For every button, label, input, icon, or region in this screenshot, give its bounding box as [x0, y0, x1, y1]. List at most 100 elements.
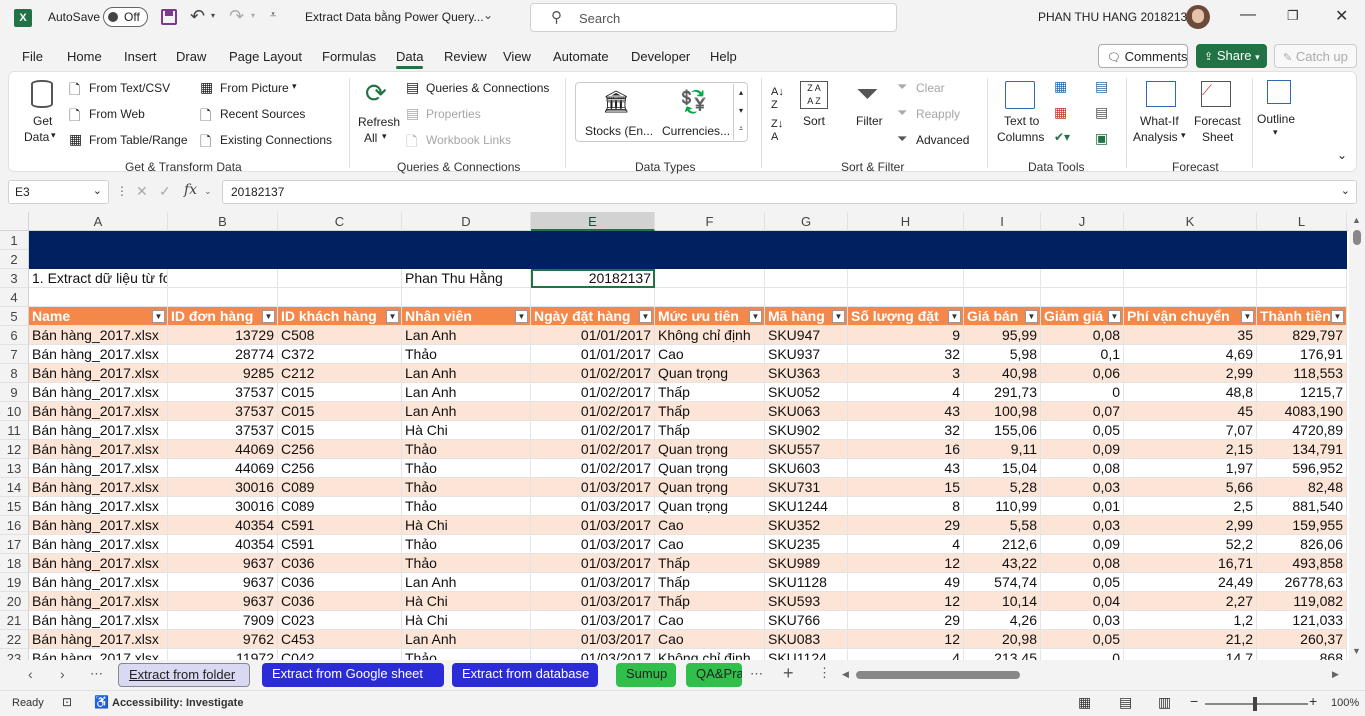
table-cell[interactable]: SKU731	[765, 478, 848, 497]
title-banner-cell[interactable]	[1124, 231, 1257, 250]
table-cell[interactable]: 100,98	[964, 402, 1041, 421]
cell[interactable]	[848, 288, 964, 307]
row-header[interactable]: 4	[0, 288, 29, 307]
table-cell[interactable]: SKU1244	[765, 497, 848, 516]
zoom-out-icon[interactable]: −	[1190, 693, 1198, 709]
table-cell[interactable]: 9637	[168, 573, 278, 592]
row-header[interactable]: 3	[0, 269, 29, 288]
text-to-columns-button[interactable]: Text to	[1004, 114, 1039, 128]
table-cell[interactable]: Thảo	[402, 554, 531, 573]
table-cell[interactable]: 37537	[168, 402, 278, 421]
column-header-l[interactable]: L	[1257, 212, 1347, 231]
menu-insert[interactable]: Insert	[124, 49, 157, 64]
table-cell[interactable]: Hà Chi	[402, 611, 531, 630]
table-cell[interactable]: 5,58	[964, 516, 1041, 535]
filter-dropdown-icon[interactable]: ▼	[749, 310, 762, 323]
filter-dropdown-icon[interactable]: ▼	[386, 310, 399, 323]
table-cell[interactable]: Quan trọng	[655, 497, 765, 516]
add-sheet-icon[interactable]: +	[783, 663, 794, 684]
cell[interactable]	[765, 288, 848, 307]
search-box[interactable]: ⚲ Search	[530, 3, 897, 32]
title-banner-cell[interactable]	[1257, 231, 1347, 250]
table-cell[interactable]: Lan Anh	[402, 383, 531, 402]
column-header-i[interactable]: I	[964, 212, 1041, 231]
table-cell[interactable]: Thấp	[655, 421, 765, 440]
table-cell[interactable]: 9762	[168, 630, 278, 649]
menu-data[interactable]: Data	[396, 49, 424, 69]
table-cell[interactable]: 1215,7	[1257, 383, 1347, 402]
get-data-label[interactable]: Get	[33, 114, 52, 128]
table-header-cell[interactable]: Mã hàng ▼	[765, 307, 848, 326]
table-cell[interactable]: 01/02/2017	[531, 440, 655, 459]
row-header[interactable]: 7	[0, 345, 29, 364]
row-header[interactable]: 5	[0, 307, 29, 326]
table-cell[interactable]: 159,955	[1257, 516, 1347, 535]
row-header[interactable]: 18	[0, 554, 29, 573]
table-cell[interactable]: 40354	[168, 535, 278, 554]
table-cell[interactable]: 30016	[168, 497, 278, 516]
workbook-links-button[interactable]: Workbook Links	[426, 133, 511, 147]
table-cell[interactable]: C015	[278, 402, 402, 421]
table-cell[interactable]: Bán hàng_2017.xlsx	[29, 478, 168, 497]
table-cell[interactable]: 43	[848, 459, 964, 478]
more-sheets-icon[interactable]: ⋯	[90, 666, 103, 682]
table-cell[interactable]: Cao	[655, 611, 765, 630]
table-cell[interactable]: C036	[278, 573, 402, 592]
row-header[interactable]: 21	[0, 611, 29, 630]
menu-developer[interactable]: Developer	[631, 49, 690, 64]
row-header[interactable]: 19	[0, 573, 29, 592]
remove-duplicates-icon[interactable]: ▦	[1054, 104, 1067, 121]
sheet-tab[interactable]: Extract from database	[452, 663, 598, 687]
table-cell[interactable]: Bán hàng_2017.xlsx	[29, 535, 168, 554]
scroll-right-icon[interactable]: ▶	[1332, 669, 1339, 680]
cell[interactable]	[655, 288, 765, 307]
table-cell[interactable]: 0,03	[1041, 516, 1124, 535]
cell[interactable]	[848, 269, 964, 288]
table-cell[interactable]: Hà Chi	[402, 421, 531, 440]
table-cell[interactable]: Thấp	[655, 554, 765, 573]
table-cell[interactable]: 260,37	[1257, 630, 1347, 649]
close-icon[interactable]: ✕	[1335, 6, 1348, 26]
advanced-button[interactable]: Advanced	[916, 133, 969, 147]
title-banner-cell[interactable]	[278, 231, 402, 250]
table-cell[interactable]: C591	[278, 516, 402, 535]
table-cell[interactable]: Thảo	[402, 478, 531, 497]
queries-connections-button[interactable]: Queries & Connections	[426, 81, 549, 95]
table-cell[interactable]: 12	[848, 630, 964, 649]
what-if-label-2[interactable]: Analysis	[1133, 130, 1178, 144]
table-cell[interactable]: 1,2	[1124, 611, 1257, 630]
get-data-dropdown-icon[interactable]: ▾	[51, 130, 56, 141]
filter-dropdown-icon[interactable]: ▼	[639, 310, 652, 323]
table-cell[interactable]: 45	[1124, 402, 1257, 421]
table-cell[interactable]: 868	[1257, 649, 1347, 660]
autosave-toggle[interactable]: Off	[103, 7, 148, 27]
normal-view-icon[interactable]: ▦	[1078, 694, 1091, 711]
table-cell[interactable]: 30016	[168, 478, 278, 497]
cell[interactable]	[168, 269, 278, 288]
from-picture-button[interactable]: From Picture	[220, 81, 289, 95]
catch-up-button[interactable]: ✎ Catch up	[1274, 44, 1357, 68]
table-cell[interactable]: Thấp	[655, 592, 765, 611]
table-cell[interactable]: SKU989	[765, 554, 848, 573]
table-cell[interactable]: SKU902	[765, 421, 848, 440]
title-banner-cell[interactable]	[531, 231, 655, 250]
table-cell[interactable]: C212	[278, 364, 402, 383]
table-cell[interactable]: 01/03/2017	[531, 573, 655, 592]
cell[interactable]	[168, 288, 278, 307]
from-web-button[interactable]: From Web	[89, 107, 145, 121]
table-cell[interactable]: Lan Anh	[402, 402, 531, 421]
forecast-sheet-button[interactable]: Forecast	[1194, 114, 1241, 128]
title-banner-cell[interactable]	[655, 231, 765, 250]
data-validation-icon[interactable]: ✔▾	[1054, 130, 1070, 144]
table-cell[interactable]: 32	[848, 421, 964, 440]
table-cell[interactable]: 0,01	[1041, 497, 1124, 516]
table-cell[interactable]: 2,15	[1124, 440, 1257, 459]
text-to-columns-label-2[interactable]: Columns	[997, 130, 1044, 144]
table-cell[interactable]: 0,03	[1041, 478, 1124, 497]
prev-sheet-icon[interactable]: ‹	[28, 666, 33, 682]
more-icon[interactable]: ⋮	[116, 184, 128, 198]
customize-toolbar-icon[interactable]: ⩡	[270, 9, 276, 22]
tabs-overflow-icon[interactable]: ⋯	[750, 666, 763, 682]
row-header[interactable]: 9	[0, 383, 29, 402]
table-cell[interactable]: 0,08	[1041, 326, 1124, 345]
